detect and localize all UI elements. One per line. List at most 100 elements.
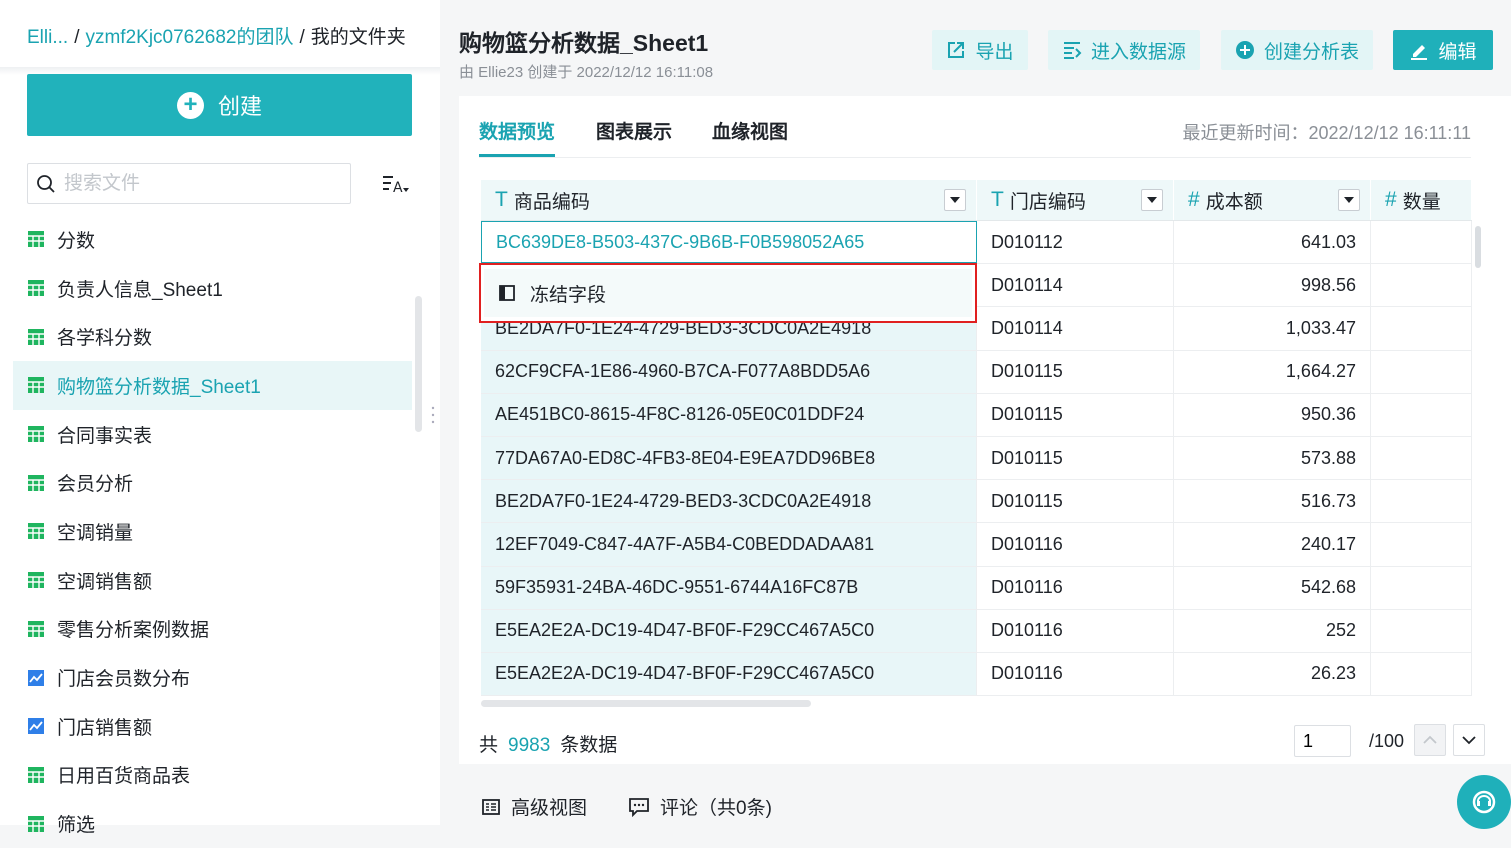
- table-cell[interactable]: 1,033.47: [1174, 307, 1371, 350]
- sort-icon[interactable]: A: [381, 172, 409, 196]
- edit-label: 编辑: [1438, 41, 1477, 63]
- table-cell[interactable]: 240.17: [1174, 523, 1371, 566]
- enter-datasource-button[interactable]: 进入数据源: [1048, 30, 1200, 70]
- table-cell[interactable]: D010114: [977, 307, 1174, 350]
- edit-button[interactable]: 编辑: [1393, 30, 1493, 70]
- table-cell[interactable]: 641.03: [1174, 221, 1371, 264]
- table-cell[interactable]: BC639DE8-B503-437C-9B6B-F0B598052A65: [481, 221, 977, 264]
- table-cell[interactable]: D010114: [977, 264, 1174, 307]
- table-cell[interactable]: E5EA2E2A-DC19-4D47-BF0F-F29CC467A5C0: [481, 609, 977, 652]
- table-cell[interactable]: D010115: [977, 480, 1174, 523]
- table-cell[interactable]: 573.88: [1174, 436, 1371, 480]
- tab-chart-display[interactable]: 图表展示: [596, 117, 672, 144]
- comments-button[interactable]: 评论（共0条): [628, 793, 772, 820]
- column-header[interactable]: # 成本额: [1174, 180, 1371, 220]
- table-cell[interactable]: D010116: [977, 652, 1174, 696]
- table-row: AE451BC0-8615-4F8C-8126-05E0C01DDF24 D010…: [481, 393, 1472, 437]
- sidebar-file-item[interactable]: 门店销售额: [13, 702, 412, 751]
- table-cell[interactable]: 252: [1174, 609, 1371, 652]
- table-cell[interactable]: [1371, 480, 1472, 523]
- column-header[interactable]: # 数量: [1371, 180, 1472, 220]
- table-cell[interactable]: 12EF7049-C847-4A7F-A5B4-C0BEDDADAA81: [481, 523, 977, 566]
- table-icon: [27, 474, 45, 492]
- tab-lineage-view[interactable]: 血缘视图: [712, 117, 788, 144]
- breadcrumb-item-user[interactable]: Elli...: [27, 27, 68, 48]
- table-cell[interactable]: D010116: [977, 566, 1174, 609]
- search-icon: [37, 174, 55, 193]
- table-icon: [27, 328, 45, 346]
- sidebar-file-item[interactable]: 空调销量: [13, 507, 412, 556]
- table-cell[interactable]: [1371, 566, 1472, 609]
- tab-data-preview[interactable]: 数据预览: [479, 117, 555, 144]
- column-menu-dropdown[interactable]: [1141, 189, 1163, 211]
- table-cell[interactable]: D010115: [977, 350, 1174, 393]
- table-cell[interactable]: AE451BC0-8615-4F8C-8126-05E0C01DDF24: [481, 393, 977, 436]
- sidebar-file-item[interactable]: 负责人信息_Sheet1: [13, 264, 412, 313]
- chat-support-button[interactable]: [1457, 775, 1511, 829]
- page-number-input[interactable]: [1294, 725, 1351, 757]
- table-cell[interactable]: D010115: [977, 393, 1174, 436]
- table-cell[interactable]: BE2DA7F0-1E24-4729-BED3-3CDC0A2E4918: [481, 480, 977, 523]
- table-cell[interactable]: 59F35931-24BA-46DC-9551-6744A16FC87B: [481, 566, 977, 609]
- create-button[interactable]: + 创建: [27, 74, 412, 136]
- advanced-view-button[interactable]: 高级视图: [481, 793, 587, 820]
- sidebar-file-item[interactable]: 门店会员数分布: [13, 653, 412, 702]
- table-cell[interactable]: [1371, 221, 1472, 264]
- sidebar-file-item[interactable]: 购物篮分析数据_Sheet1: [13, 361, 412, 410]
- table-horizontal-scrollbar[interactable]: [481, 700, 811, 707]
- table-cell[interactable]: D010112: [977, 221, 1174, 264]
- table-cell[interactable]: 998.56: [1174, 264, 1371, 307]
- sidebar-file-item[interactable]: 合同事实表: [13, 410, 412, 459]
- table-cell[interactable]: 542.68: [1174, 566, 1371, 609]
- table-cell[interactable]: 77DA67A0-ED8C-4FB3-8E04-E9EA7DD96BE8: [481, 436, 977, 480]
- sidebar-file-item[interactable]: 筛选: [13, 799, 412, 848]
- table-cell[interactable]: [1371, 350, 1472, 393]
- table-icon: [27, 230, 45, 248]
- table-cell[interactable]: D010116: [977, 609, 1174, 652]
- page-up-button[interactable]: [1414, 724, 1446, 756]
- create-analysis-button[interactable]: 创建分析表: [1221, 30, 1373, 70]
- resize-handle-icon[interactable]: [431, 406, 435, 424]
- table-icon: [27, 522, 45, 540]
- table-cell[interactable]: [1371, 264, 1472, 307]
- column-menu-dropdown[interactable]: [1338, 189, 1360, 211]
- page-down-button[interactable]: [1453, 724, 1485, 756]
- table-row: E5EA2E2A-DC19-4D47-BF0F-F29CC467A5C0 D010…: [481, 609, 1472, 653]
- table-cell[interactable]: D010116: [977, 523, 1174, 566]
- table-row: 12EF7049-C847-4A7F-A5B4-C0BEDDADAA81 D010…: [481, 523, 1472, 567]
- advanced-view-icon: [482, 798, 500, 815]
- export-label: 导出: [975, 41, 1014, 63]
- table-cell[interactable]: [1371, 393, 1472, 436]
- sidebar-scrollbar[interactable]: [415, 296, 422, 432]
- search-input[interactable]: [64, 172, 334, 195]
- table-cell[interactable]: 62CF9CFA-1E86-4960-B7CA-F077A8BDD5A6: [481, 350, 977, 393]
- column-menu-dropdown[interactable]: [944, 189, 966, 211]
- number-type-icon: #: [1385, 188, 1397, 211]
- sidebar-file-item[interactable]: 各学科分数: [13, 312, 412, 361]
- table-cell[interactable]: [1371, 652, 1472, 696]
- table-cell[interactable]: 26.23: [1174, 652, 1371, 696]
- breadcrumb-item-team[interactable]: yzmf2Kjc0762682的团队: [85, 27, 293, 48]
- sidebar-file-item[interactable]: 会员分析: [13, 458, 412, 507]
- sidebar-file-item[interactable]: 零售分析案例数据: [13, 605, 412, 654]
- column-header[interactable]: T 门店编码: [977, 180, 1174, 220]
- table-cell[interactable]: E5EA2E2A-DC19-4D47-BF0F-F29CC467A5C0: [481, 652, 977, 696]
- sidebar-file-item[interactable]: 日用百货商品表: [13, 751, 412, 800]
- table-cell[interactable]: 516.73: [1174, 480, 1371, 523]
- table-cell[interactable]: [1371, 436, 1472, 480]
- enter-datasource-label: 进入数据源: [1090, 41, 1186, 63]
- table-cell[interactable]: [1371, 523, 1472, 566]
- sidebar-file-item[interactable]: 空调销售额: [13, 556, 412, 605]
- table-cell[interactable]: 1,664.27: [1174, 350, 1371, 393]
- export-button[interactable]: 导出: [932, 30, 1028, 70]
- create-analysis-label: 创建分析表: [1263, 41, 1359, 63]
- sidebar-file-item[interactable]: 分数: [13, 215, 412, 264]
- freeze-field-menu-item[interactable]: 冻结字段: [484, 269, 972, 317]
- sidebar-file-label: 日用百货商品表: [57, 766, 191, 788]
- table-cell[interactable]: 950.36: [1174, 393, 1371, 436]
- table-cell[interactable]: [1371, 609, 1472, 652]
- column-header[interactable]: T 商品编码: [481, 180, 977, 220]
- table-cell[interactable]: D010115: [977, 436, 1174, 480]
- table-cell[interactable]: [1371, 307, 1472, 350]
- table-vertical-scrollbar[interactable]: [1475, 226, 1481, 268]
